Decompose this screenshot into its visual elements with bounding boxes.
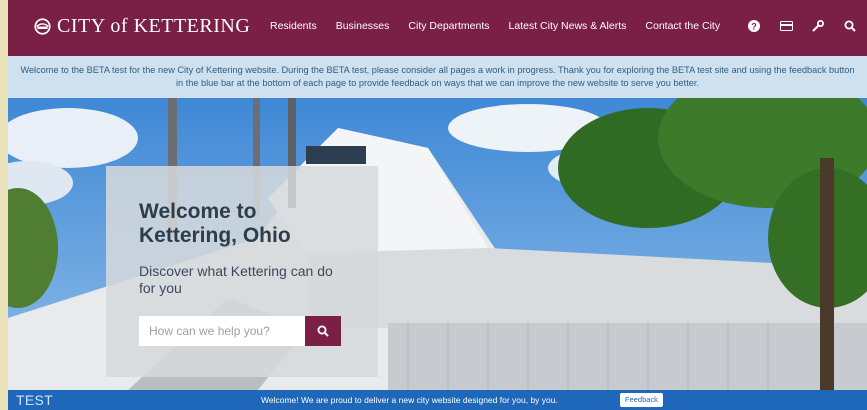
hero-search-input[interactable]	[139, 316, 305, 346]
main-nav: Residents Businesses City Departments La…	[270, 20, 720, 32]
svg-text:?: ?	[751, 21, 757, 31]
site-name: CITY of KETTERING	[57, 15, 251, 37]
feedback-button[interactable]: Feedback	[620, 393, 663, 407]
city-seal-icon	[34, 18, 51, 35]
hero-title: Welcome to Kettering, Ohio	[139, 200, 291, 247]
help-icon[interactable]: ?	[747, 19, 761, 33]
top-navigation-bar: CITY of KETTERING Residents Businesses C…	[8, 0, 867, 56]
nav-news-alerts[interactable]: Latest City News & Alerts	[509, 20, 627, 32]
test-label: TEST	[16, 392, 53, 408]
nav-residents[interactable]: Residents	[270, 20, 317, 32]
hero-search-button[interactable]	[305, 316, 341, 346]
feedback-bar-message: Welcome! We are proud to deliver a new c…	[261, 395, 558, 405]
hero-section: Welcome to Kettering, Ohio Discover what…	[8, 98, 867, 390]
welcome-card: Welcome to Kettering, Ohio Discover what…	[106, 166, 378, 377]
page: CITY of KETTERING Residents Businesses C…	[8, 0, 867, 410]
utility-icons: ?	[747, 19, 857, 33]
beta-notice-banner: Welcome to the BETA test for the new Cit…	[8, 56, 867, 98]
feedback-bar: TEST Welcome! We are proud to deliver a …	[8, 390, 867, 410]
site-logo[interactable]: CITY of KETTERING	[34, 15, 250, 38]
nav-businesses[interactable]: Businesses	[336, 20, 390, 32]
nav-contact[interactable]: Contact the City	[645, 20, 720, 32]
hero-subtitle: Discover what Kettering can do for you	[139, 263, 333, 296]
nav-city-departments[interactable]: City Departments	[408, 20, 489, 32]
search-icon[interactable]	[843, 19, 857, 33]
wrench-icon[interactable]	[811, 19, 825, 33]
payment-card-icon[interactable]	[779, 19, 793, 33]
search-icon	[317, 325, 329, 337]
